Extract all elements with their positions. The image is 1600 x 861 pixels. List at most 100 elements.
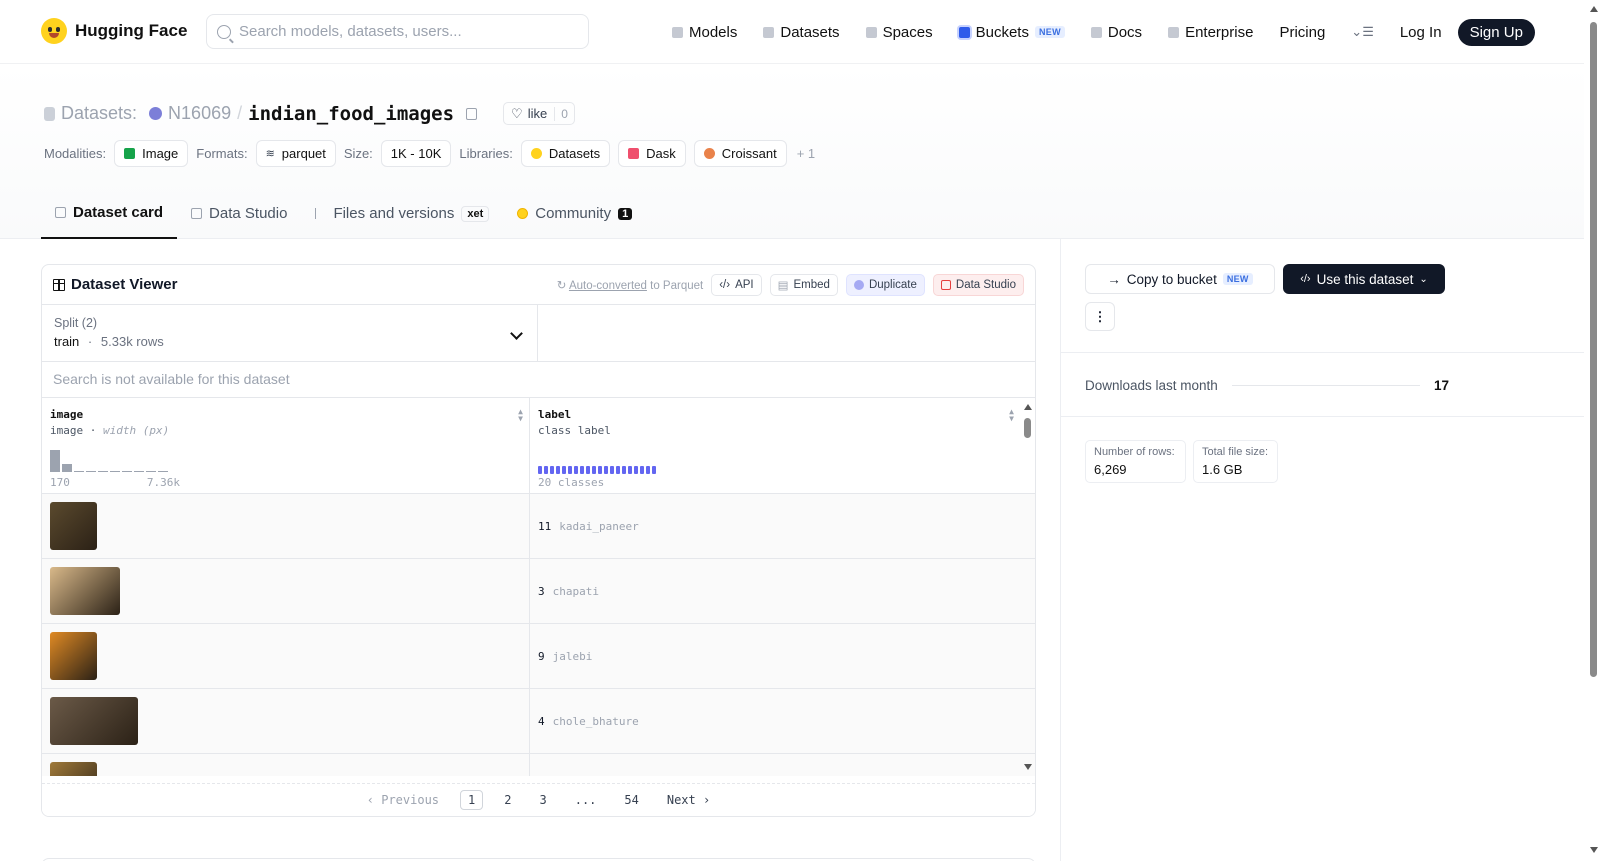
nav-models[interactable]: Models [672, 24, 737, 41]
class-segment[interactable] [580, 466, 584, 474]
class-segment[interactable] [598, 466, 602, 474]
histogram-bar[interactable] [98, 471, 108, 472]
class-segment[interactable] [556, 466, 560, 474]
food-thumbnail[interactable] [50, 502, 97, 550]
duplicate-button[interactable]: Duplicate [845, 273, 925, 296]
tab-data-studio[interactable]: Data Studio [177, 188, 301, 239]
nav-docs[interactable]: Docs [1090, 24, 1142, 41]
histogram-bar[interactable] [74, 471, 84, 472]
library-chip-croissant[interactable]: Croissant [693, 140, 787, 167]
signup-button[interactable]: Sign Up [1457, 18, 1535, 46]
histogram-bar[interactable] [50, 450, 60, 472]
nav-enterprise[interactable]: Enterprise [1168, 24, 1253, 41]
table-row[interactable]: 11 kadai_paneer [42, 494, 1035, 559]
class-segment[interactable] [652, 466, 656, 474]
column-header-label[interactable]: label class label ▲ ▼ 20 classes [530, 398, 1020, 493]
class-segment[interactable] [604, 466, 608, 474]
size-text: 1K - 10K [390, 146, 442, 161]
nav-buckets[interactable]: Buckets NEW [958, 24, 1065, 41]
scroll-thumb[interactable] [1024, 418, 1031, 438]
page-button[interactable]: 2 [497, 791, 518, 809]
food-thumbnail[interactable] [50, 567, 120, 615]
histogram-bar[interactable] [122, 471, 132, 472]
tab-community[interactable]: Community 1 [503, 188, 646, 239]
search-input[interactable]: Search models, datasets, users... [206, 14, 589, 49]
page-button[interactable]: 3 [532, 791, 553, 809]
class-distribution-bar [538, 466, 656, 474]
nav-datasets[interactable]: Datasets [763, 24, 840, 41]
scroll-up-icon[interactable] [1590, 6, 1598, 12]
class-segment[interactable] [568, 466, 572, 474]
food-thumbnail[interactable] [50, 762, 97, 776]
class-segment[interactable] [574, 466, 578, 474]
class-segment[interactable] [592, 466, 596, 474]
class-segment[interactable] [616, 466, 620, 474]
tab-files-and-versions[interactable]: Files and versions xet [301, 188, 503, 239]
class-segment[interactable] [544, 466, 548, 474]
next-page-button[interactable]: Next › [660, 791, 717, 809]
page-scrollbar[interactable] [1587, 0, 1600, 861]
histogram-bar[interactable] [146, 471, 156, 472]
autoconverted-link[interactable]: Auto-converted [569, 280, 647, 292]
class-segment[interactable] [634, 466, 638, 474]
scroll-up-icon[interactable] [1024, 404, 1032, 410]
class-segment[interactable] [640, 466, 644, 474]
search-placeholder: Search models, datasets, users... [239, 23, 462, 40]
login-link[interactable]: Log In [1400, 24, 1442, 41]
table-row[interactable]: 9 jalebi [42, 624, 1035, 689]
table-row[interactable]: 3 chapati [42, 559, 1035, 624]
sort-icon[interactable]: ▲ ▼ [518, 408, 523, 423]
image-cell [42, 494, 530, 558]
scroll-down-icon[interactable] [1024, 764, 1032, 770]
scroll-thumb[interactable] [1590, 22, 1597, 677]
scroll-down-icon[interactable] [1590, 847, 1598, 853]
arrow-right-icon: → [1107, 271, 1121, 287]
class-segment[interactable] [622, 466, 626, 474]
class-segment[interactable] [628, 466, 632, 474]
nav-spaces[interactable]: Spaces [865, 24, 933, 41]
histogram-bar[interactable] [86, 471, 96, 472]
more-options-button[interactable]: ⋮ [1085, 302, 1115, 331]
table-row[interactable]: 4 chole_bhature [42, 689, 1035, 754]
class-segment[interactable] [646, 466, 650, 474]
more-menu-icon[interactable]: ⌄☰ [1351, 24, 1374, 40]
dataset-name[interactable]: indian_food_images [248, 103, 454, 125]
data-studio-button[interactable]: Data Studio [932, 273, 1024, 296]
page-button[interactable]: 54 [617, 791, 645, 809]
nav-pricing[interactable]: Pricing [1279, 24, 1325, 41]
histogram-bar[interactable] [158, 471, 168, 472]
column-header-image[interactable]: image image · width (px) ▲ ▼ 170 7.36k [42, 398, 530, 493]
size-chip[interactable]: 1K - 10K [380, 140, 452, 167]
histogram-bar[interactable] [110, 471, 120, 472]
owner-link[interactable]: N16069 [168, 103, 231, 124]
class-segment[interactable] [610, 466, 614, 474]
embed-button[interactable]: ▤ Embed [769, 273, 838, 296]
library-chip-dask[interactable]: Dask [618, 140, 686, 167]
class-segment[interactable] [586, 466, 590, 474]
previous-page-button[interactable]: ‹ Previous [360, 791, 446, 809]
api-button[interactable]: ‹/› API [711, 273, 762, 296]
sort-icon[interactable]: ▲ ▼ [1009, 408, 1014, 423]
format-chip[interactable]: ≋ parquet [255, 140, 336, 167]
like-button[interactable]: ♡ like 0 [503, 102, 575, 125]
food-thumbnail[interactable] [50, 697, 138, 745]
class-segment[interactable] [562, 466, 566, 474]
more-libraries[interactable]: + 1 [797, 146, 815, 161]
food-thumbnail[interactable] [50, 632, 97, 680]
dask-logo-icon [628, 148, 640, 159]
use-this-dataset-button[interactable]: ‹/› Use this dataset ⌄ [1283, 264, 1445, 294]
page-button[interactable]: 1 [460, 790, 484, 810]
histogram-bar[interactable] [62, 464, 72, 472]
class-segment[interactable] [550, 466, 554, 474]
table-row[interactable] [42, 754, 1035, 776]
histogram-bar[interactable] [134, 471, 144, 472]
copy-icon[interactable] [466, 107, 478, 120]
logo[interactable]: Hugging Face [41, 18, 187, 44]
tab-dataset-card[interactable]: Dataset card [41, 188, 178, 239]
split-selector[interactable]: Split (2) train · 5.33k rows [42, 305, 538, 361]
copy-to-bucket-button[interactable]: → Copy to bucket NEW [1085, 264, 1275, 294]
table-scrollbar[interactable] [1021, 398, 1035, 776]
modality-chip[interactable]: Image [114, 140, 189, 167]
library-chip-datasets[interactable]: Datasets [520, 140, 611, 167]
class-segment[interactable] [538, 466, 542, 474]
